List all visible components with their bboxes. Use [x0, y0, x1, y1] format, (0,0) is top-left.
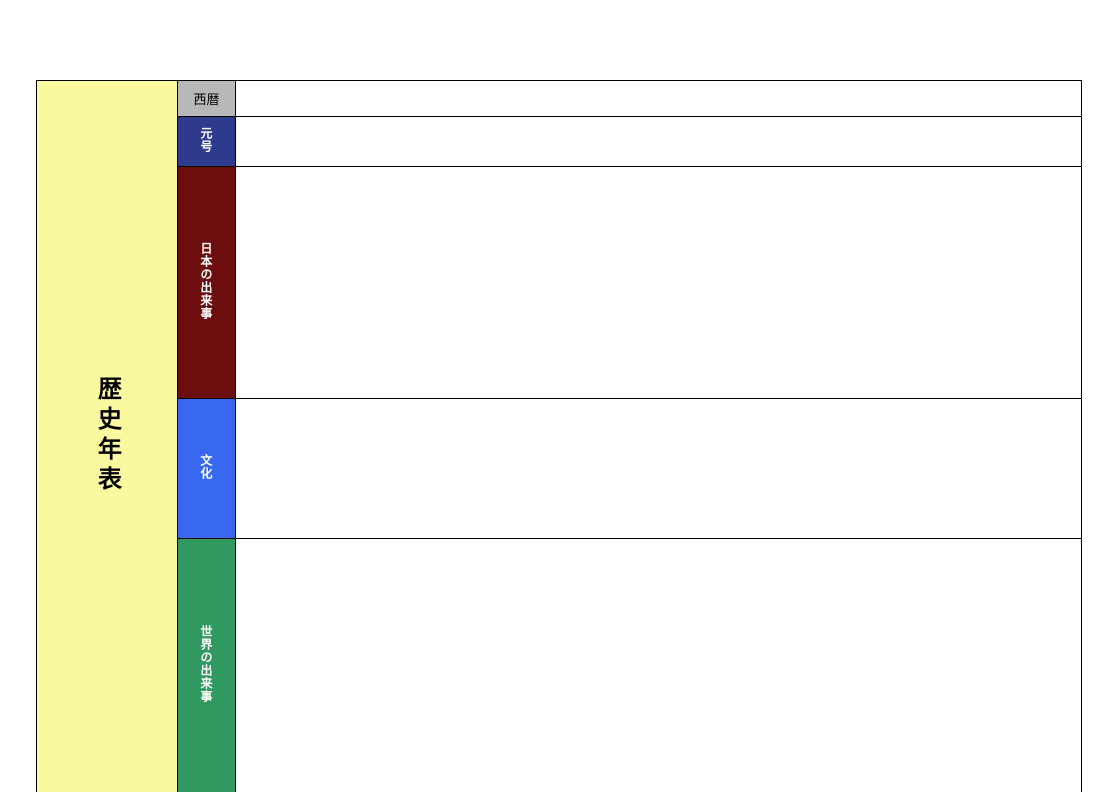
row-label-world: 世界の出来事 [178, 539, 236, 792]
row-label-gengo: 元号 [178, 117, 236, 167]
history-timeline-table: 歴史年表 西暦 元号 日本の出来事 文化 世界の出来事 [36, 80, 1082, 792]
row-content-culture [236, 399, 1082, 539]
table-title: 歴史年表 [37, 81, 178, 792]
row-content-world [236, 539, 1082, 792]
row-label-japan: 日本の出来事 [178, 167, 236, 399]
row-content-seireki [236, 81, 1082, 117]
row-label-seireki: 西暦 [178, 81, 236, 117]
row-label-culture: 文化 [178, 399, 236, 539]
row-content-japan [236, 167, 1082, 399]
row-content-gengo [236, 117, 1082, 167]
